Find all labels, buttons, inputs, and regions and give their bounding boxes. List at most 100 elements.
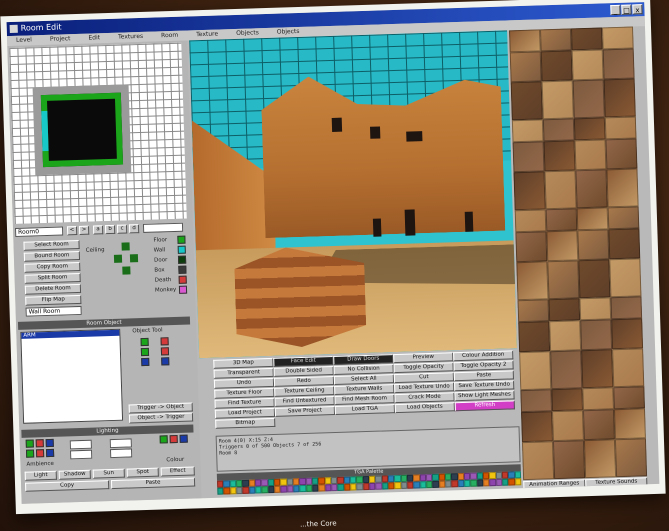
texture-tile[interactable] bbox=[548, 298, 581, 322]
colour-blue-up[interactable] bbox=[179, 434, 188, 443]
texture-tile[interactable] bbox=[577, 229, 610, 261]
find-untextured-button[interactable]: Find Untextured bbox=[274, 396, 335, 407]
ambience-green-down[interactable] bbox=[25, 449, 35, 458]
height-field[interactable] bbox=[142, 222, 184, 233]
texture-tile[interactable] bbox=[581, 349, 614, 389]
colour-red-up[interactable] bbox=[169, 434, 178, 444]
split-room-button[interactable]: Split Room bbox=[24, 272, 81, 284]
texture-tile[interactable] bbox=[540, 28, 572, 52]
spot-button[interactable]: Spot bbox=[126, 467, 159, 478]
texture-tile[interactable] bbox=[549, 320, 582, 352]
animation-ranges-button[interactable]: Animation Ranges bbox=[523, 479, 586, 491]
texture-tile[interactable] bbox=[604, 116, 637, 140]
texture-tile[interactable] bbox=[517, 299, 550, 323]
texture-tile[interactable] bbox=[514, 209, 547, 233]
texture-tile[interactable] bbox=[611, 318, 644, 350]
texture-tile[interactable] bbox=[546, 230, 579, 262]
texture-tile[interactable] bbox=[511, 119, 544, 143]
ambience-blue-up[interactable] bbox=[45, 438, 54, 448]
shadow-button[interactable]: Shadow bbox=[58, 469, 91, 480]
object-rotate-down[interactable] bbox=[161, 357, 170, 366]
delete-room-button[interactable]: Delete Room bbox=[24, 283, 82, 295]
preview-button[interactable]: Preview bbox=[393, 352, 454, 364]
load-tga-button[interactable]: Load TGA bbox=[334, 404, 395, 416]
texture-tile[interactable] bbox=[608, 228, 641, 260]
texture-tile[interactable] bbox=[551, 388, 583, 412]
ceiling-up-arrow[interactable] bbox=[121, 242, 130, 251]
ceiling-right-arrow[interactable] bbox=[129, 254, 139, 263]
object-to-trigger-button[interactable]: Object -> Trigger bbox=[128, 412, 194, 424]
select-room-button[interactable]: Select Room bbox=[23, 239, 80, 251]
refresh-button[interactable]: Refresh bbox=[454, 400, 515, 412]
colour-addition-button[interactable]: Colour Addition bbox=[453, 350, 514, 362]
3d-map-button[interactable]: 3D Map bbox=[213, 357, 274, 369]
object-list-item[interactable]: ARM bbox=[21, 329, 120, 339]
room-grid-map[interactable] bbox=[9, 42, 187, 224]
object-move-down[interactable] bbox=[141, 357, 150, 367]
texture-tile[interactable] bbox=[510, 81, 543, 121]
ceiling-down-arrow[interactable] bbox=[122, 266, 131, 275]
light-int-field[interactable] bbox=[109, 438, 132, 449]
texture-tile[interactable] bbox=[518, 321, 551, 353]
texture-tile[interactable] bbox=[612, 348, 645, 388]
copy-room-button[interactable]: Copy Room bbox=[24, 261, 81, 273]
texture-tile[interactable] bbox=[582, 409, 615, 441]
texture-tile[interactable] bbox=[578, 259, 611, 299]
texture-tile[interactable] bbox=[573, 117, 606, 141]
maximize-button[interactable]: □ bbox=[621, 4, 632, 15]
texture-tile[interactable] bbox=[610, 296, 643, 320]
texture-tile[interactable] bbox=[543, 140, 576, 172]
object-rotate-left[interactable] bbox=[160, 347, 170, 356]
texture-tile[interactable] bbox=[602, 48, 635, 80]
texture-tile[interactable] bbox=[550, 350, 583, 390]
texture-tile[interactable] bbox=[613, 408, 646, 440]
ambience-green-up[interactable] bbox=[25, 439, 34, 448]
texture-tile[interactable] bbox=[572, 79, 605, 119]
texture-tile[interactable] bbox=[540, 50, 573, 82]
load-objects-button[interactable]: Load Objects bbox=[394, 402, 455, 414]
texture-floor-button[interactable]: Texture Floor bbox=[214, 387, 275, 399]
bound-room-button[interactable]: Bound Room bbox=[23, 250, 81, 262]
door-swatch[interactable] bbox=[177, 255, 187, 264]
texture-tile[interactable] bbox=[509, 29, 541, 53]
texture-tile[interactable] bbox=[512, 141, 545, 173]
ambience-blue-down[interactable] bbox=[45, 448, 55, 458]
texture-tile[interactable] bbox=[541, 80, 574, 120]
find-mesh-room-button[interactable]: Find Mesh Room bbox=[334, 394, 395, 406]
load-project-button[interactable]: Load Project bbox=[214, 407, 276, 419]
texture-tile[interactable] bbox=[515, 231, 548, 263]
save-project-button[interactable]: Save Project bbox=[274, 406, 336, 417]
object-rotate-up[interactable] bbox=[160, 337, 169, 346]
light-button[interactable]: Light bbox=[24, 470, 57, 481]
texture-tile[interactable] bbox=[552, 440, 586, 480]
texture-tile[interactable] bbox=[580, 319, 613, 351]
sun-button[interactable]: Sun bbox=[92, 468, 125, 479]
texture-tile[interactable] bbox=[542, 118, 575, 142]
crack-mode-button[interactable]: Crack Mode bbox=[394, 392, 455, 404]
paste-button[interactable]: Paste bbox=[453, 370, 514, 382]
texture-tile[interactable] bbox=[574, 139, 607, 171]
texture-sounds-button[interactable]: Texture Sounds bbox=[585, 477, 648, 489]
minimize-button[interactable]: _ bbox=[610, 4, 621, 16]
texture-strip[interactable] bbox=[509, 26, 648, 481]
floor-swatch[interactable] bbox=[177, 235, 186, 244]
close-button[interactable]: x bbox=[632, 4, 643, 15]
object-list[interactable]: ARM bbox=[20, 328, 124, 424]
ambience-red-up[interactable] bbox=[35, 439, 44, 448]
cut-button[interactable]: Cut bbox=[393, 372, 455, 384]
texture-tile[interactable] bbox=[603, 78, 636, 118]
draw-doors-button[interactable]: Draw Doors bbox=[333, 354, 394, 366]
texture-tile[interactable] bbox=[576, 207, 609, 231]
toggle-opacity-button[interactable]: Toggle Opacity bbox=[393, 362, 454, 374]
light-x-field[interactable] bbox=[69, 439, 92, 450]
save-texture-undo-button[interactable]: Save Texture Undo bbox=[454, 380, 515, 392]
texture-tile[interactable] bbox=[613, 386, 645, 410]
tool-c-button[interactable]: c bbox=[116, 224, 128, 234]
light-y-field[interactable] bbox=[70, 449, 93, 460]
room-prev-button[interactable]: < bbox=[66, 226, 78, 236]
wall-swatch[interactable] bbox=[177, 245, 186, 254]
load-texture-undo-button[interactable]: Load Texture Undo bbox=[394, 382, 455, 394]
effect-button[interactable]: Effect bbox=[160, 466, 195, 477]
texture-tile[interactable] bbox=[579, 297, 612, 321]
room-field[interactable]: Room0 bbox=[14, 226, 64, 237]
